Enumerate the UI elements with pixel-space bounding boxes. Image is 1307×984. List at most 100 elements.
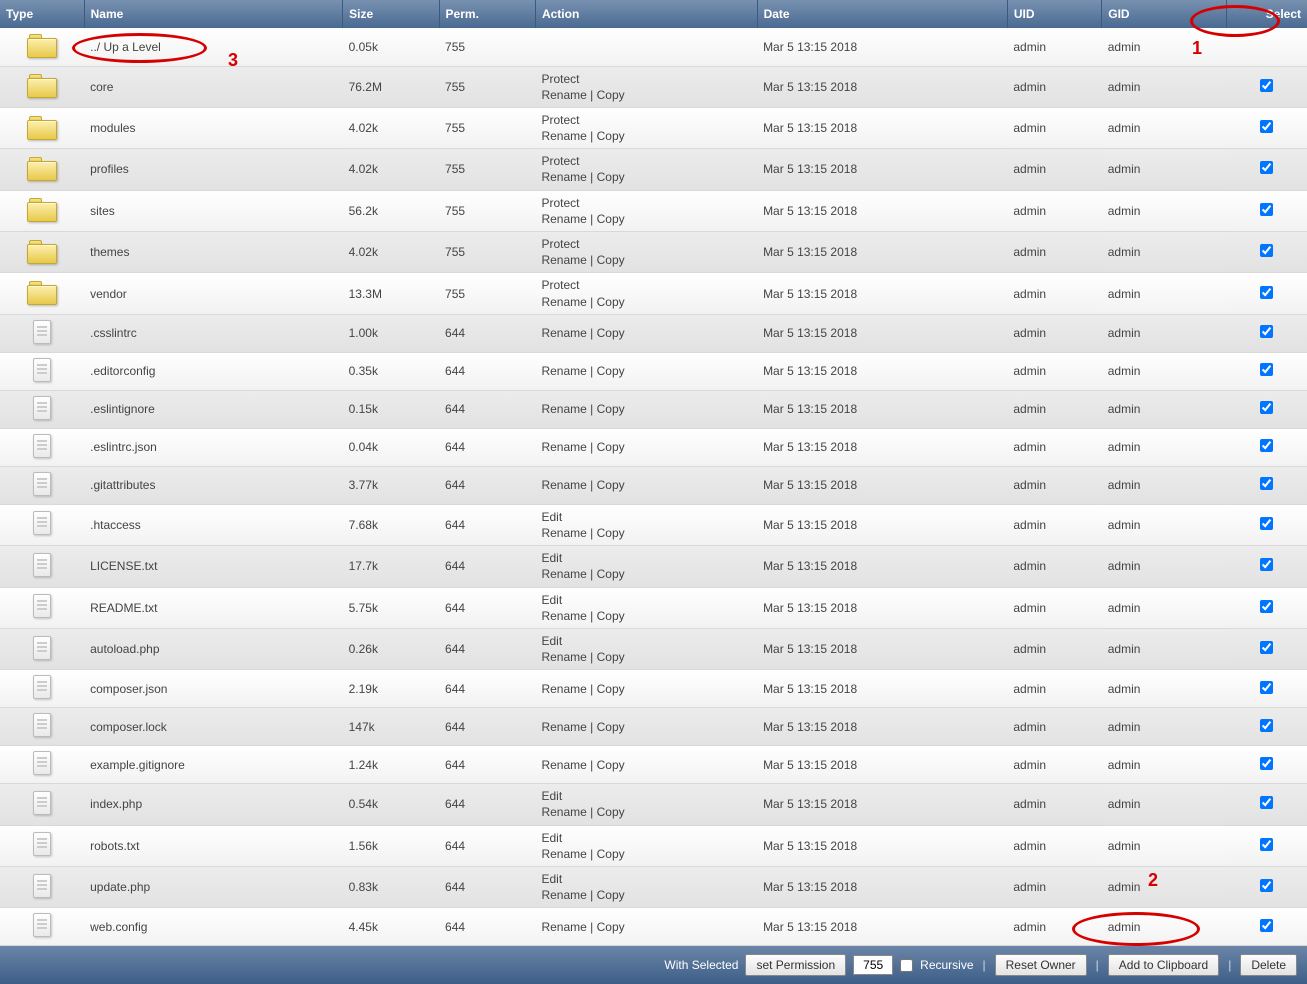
- edit-link[interactable]: Edit: [541, 634, 562, 648]
- select-checkbox[interactable]: [1260, 203, 1273, 216]
- protect-link[interactable]: Protect: [541, 237, 579, 251]
- file-name-link[interactable]: profiles: [90, 162, 129, 176]
- rename-link[interactable]: Rename: [541, 253, 586, 267]
- rename-link[interactable]: Rename: [541, 682, 586, 696]
- edit-link[interactable]: Edit: [541, 593, 562, 607]
- select-checkbox[interactable]: [1260, 286, 1273, 299]
- rename-link[interactable]: Rename: [541, 440, 586, 454]
- rename-link[interactable]: Rename: [541, 650, 586, 664]
- perm-link[interactable]: 755: [445, 204, 465, 218]
- col-gid[interactable]: GID: [1102, 0, 1227, 28]
- file-name-link[interactable]: ../ Up a Level: [90, 40, 161, 54]
- edit-link[interactable]: Edit: [541, 789, 562, 803]
- copy-link[interactable]: Copy: [597, 364, 625, 378]
- rename-link[interactable]: Rename: [541, 920, 586, 934]
- perm-link[interactable]: 644: [445, 720, 465, 734]
- copy-link[interactable]: Copy: [597, 402, 625, 416]
- copy-link[interactable]: Copy: [597, 609, 625, 623]
- copy-link[interactable]: Copy: [597, 758, 625, 772]
- file-name-link[interactable]: index.php: [90, 797, 142, 811]
- rename-link[interactable]: Rename: [541, 129, 586, 143]
- copy-link[interactable]: Copy: [597, 567, 625, 581]
- copy-link[interactable]: Copy: [597, 295, 625, 309]
- edit-link[interactable]: Edit: [541, 831, 562, 845]
- perm-link[interactable]: 644: [445, 758, 465, 772]
- copy-link[interactable]: Copy: [597, 526, 625, 540]
- protect-link[interactable]: Protect: [541, 278, 579, 292]
- rename-link[interactable]: Rename: [541, 758, 586, 772]
- edit-link[interactable]: Edit: [541, 872, 562, 886]
- perm-link[interactable]: 755: [445, 40, 465, 54]
- recursive-checkbox[interactable]: [900, 959, 913, 972]
- protect-link[interactable]: Protect: [541, 154, 579, 168]
- file-name-link[interactable]: update.php: [90, 880, 150, 894]
- file-name-link[interactable]: example.gitignore: [90, 758, 185, 772]
- select-checkbox[interactable]: [1260, 517, 1273, 530]
- perm-link[interactable]: 644: [445, 364, 465, 378]
- select-checkbox[interactable]: [1260, 641, 1273, 654]
- file-name-link[interactable]: sites: [90, 204, 115, 218]
- perm-link[interactable]: 644: [445, 601, 465, 615]
- rename-link[interactable]: Rename: [541, 805, 586, 819]
- perm-link[interactable]: 644: [445, 880, 465, 894]
- rename-link[interactable]: Rename: [541, 326, 586, 340]
- file-name-link[interactable]: README.txt: [90, 601, 157, 615]
- permission-input[interactable]: [853, 955, 893, 975]
- select-checkbox[interactable]: [1260, 79, 1273, 92]
- copy-link[interactable]: Copy: [597, 440, 625, 454]
- perm-link[interactable]: 644: [445, 440, 465, 454]
- select-checkbox[interactable]: [1260, 161, 1273, 174]
- col-date[interactable]: Date: [757, 0, 1007, 28]
- rename-link[interactable]: Rename: [541, 295, 586, 309]
- rename-link[interactable]: Rename: [541, 402, 586, 416]
- file-name-link[interactable]: autoload.php: [90, 642, 159, 656]
- select-checkbox[interactable]: [1260, 719, 1273, 732]
- file-name-link[interactable]: robots.txt: [90, 839, 139, 853]
- select-checkbox[interactable]: [1260, 796, 1273, 809]
- file-name-link[interactable]: core: [90, 80, 113, 94]
- copy-link[interactable]: Copy: [597, 212, 625, 226]
- rename-link[interactable]: Rename: [541, 567, 586, 581]
- col-perm[interactable]: Perm.: [439, 0, 535, 28]
- rename-link[interactable]: Rename: [541, 720, 586, 734]
- select-checkbox[interactable]: [1260, 477, 1273, 490]
- copy-link[interactable]: Copy: [597, 720, 625, 734]
- perm-link[interactable]: 644: [445, 478, 465, 492]
- perm-link[interactable]: 644: [445, 839, 465, 853]
- perm-link[interactable]: 755: [445, 245, 465, 259]
- file-name-link[interactable]: .csslintrc: [90, 326, 137, 340]
- rename-link[interactable]: Rename: [541, 212, 586, 226]
- file-name-link[interactable]: themes: [90, 245, 129, 259]
- rename-link[interactable]: Rename: [541, 526, 586, 540]
- rename-link[interactable]: Rename: [541, 170, 586, 184]
- rename-link[interactable]: Rename: [541, 478, 586, 492]
- protect-link[interactable]: Protect: [541, 72, 579, 86]
- file-name-link[interactable]: .htaccess: [90, 518, 141, 532]
- file-name-link[interactable]: modules: [90, 121, 135, 135]
- select-checkbox[interactable]: [1260, 879, 1273, 892]
- copy-link[interactable]: Copy: [597, 170, 625, 184]
- select-checkbox[interactable]: [1260, 244, 1273, 257]
- col-size[interactable]: Size: [343, 0, 439, 28]
- perm-link[interactable]: 755: [445, 121, 465, 135]
- select-checkbox[interactable]: [1260, 401, 1273, 414]
- perm-link[interactable]: 644: [445, 682, 465, 696]
- rename-link[interactable]: Rename: [541, 88, 586, 102]
- copy-link[interactable]: Copy: [597, 650, 625, 664]
- col-uid[interactable]: UID: [1007, 0, 1101, 28]
- edit-link[interactable]: Edit: [541, 510, 562, 524]
- copy-link[interactable]: Copy: [597, 920, 625, 934]
- select-checkbox[interactable]: [1260, 439, 1273, 452]
- select-checkbox[interactable]: [1260, 558, 1273, 571]
- col-action[interactable]: Action: [535, 0, 757, 28]
- perm-link[interactable]: 644: [445, 642, 465, 656]
- file-name-link[interactable]: .gitattributes: [90, 478, 155, 492]
- protect-link[interactable]: Protect: [541, 196, 579, 210]
- protect-link[interactable]: Protect: [541, 113, 579, 127]
- file-name-link[interactable]: .editorconfig: [90, 364, 155, 378]
- copy-link[interactable]: Copy: [597, 253, 625, 267]
- rename-link[interactable]: Rename: [541, 609, 586, 623]
- perm-link[interactable]: 644: [445, 402, 465, 416]
- perm-link[interactable]: 755: [445, 162, 465, 176]
- select-checkbox[interactable]: [1260, 325, 1273, 338]
